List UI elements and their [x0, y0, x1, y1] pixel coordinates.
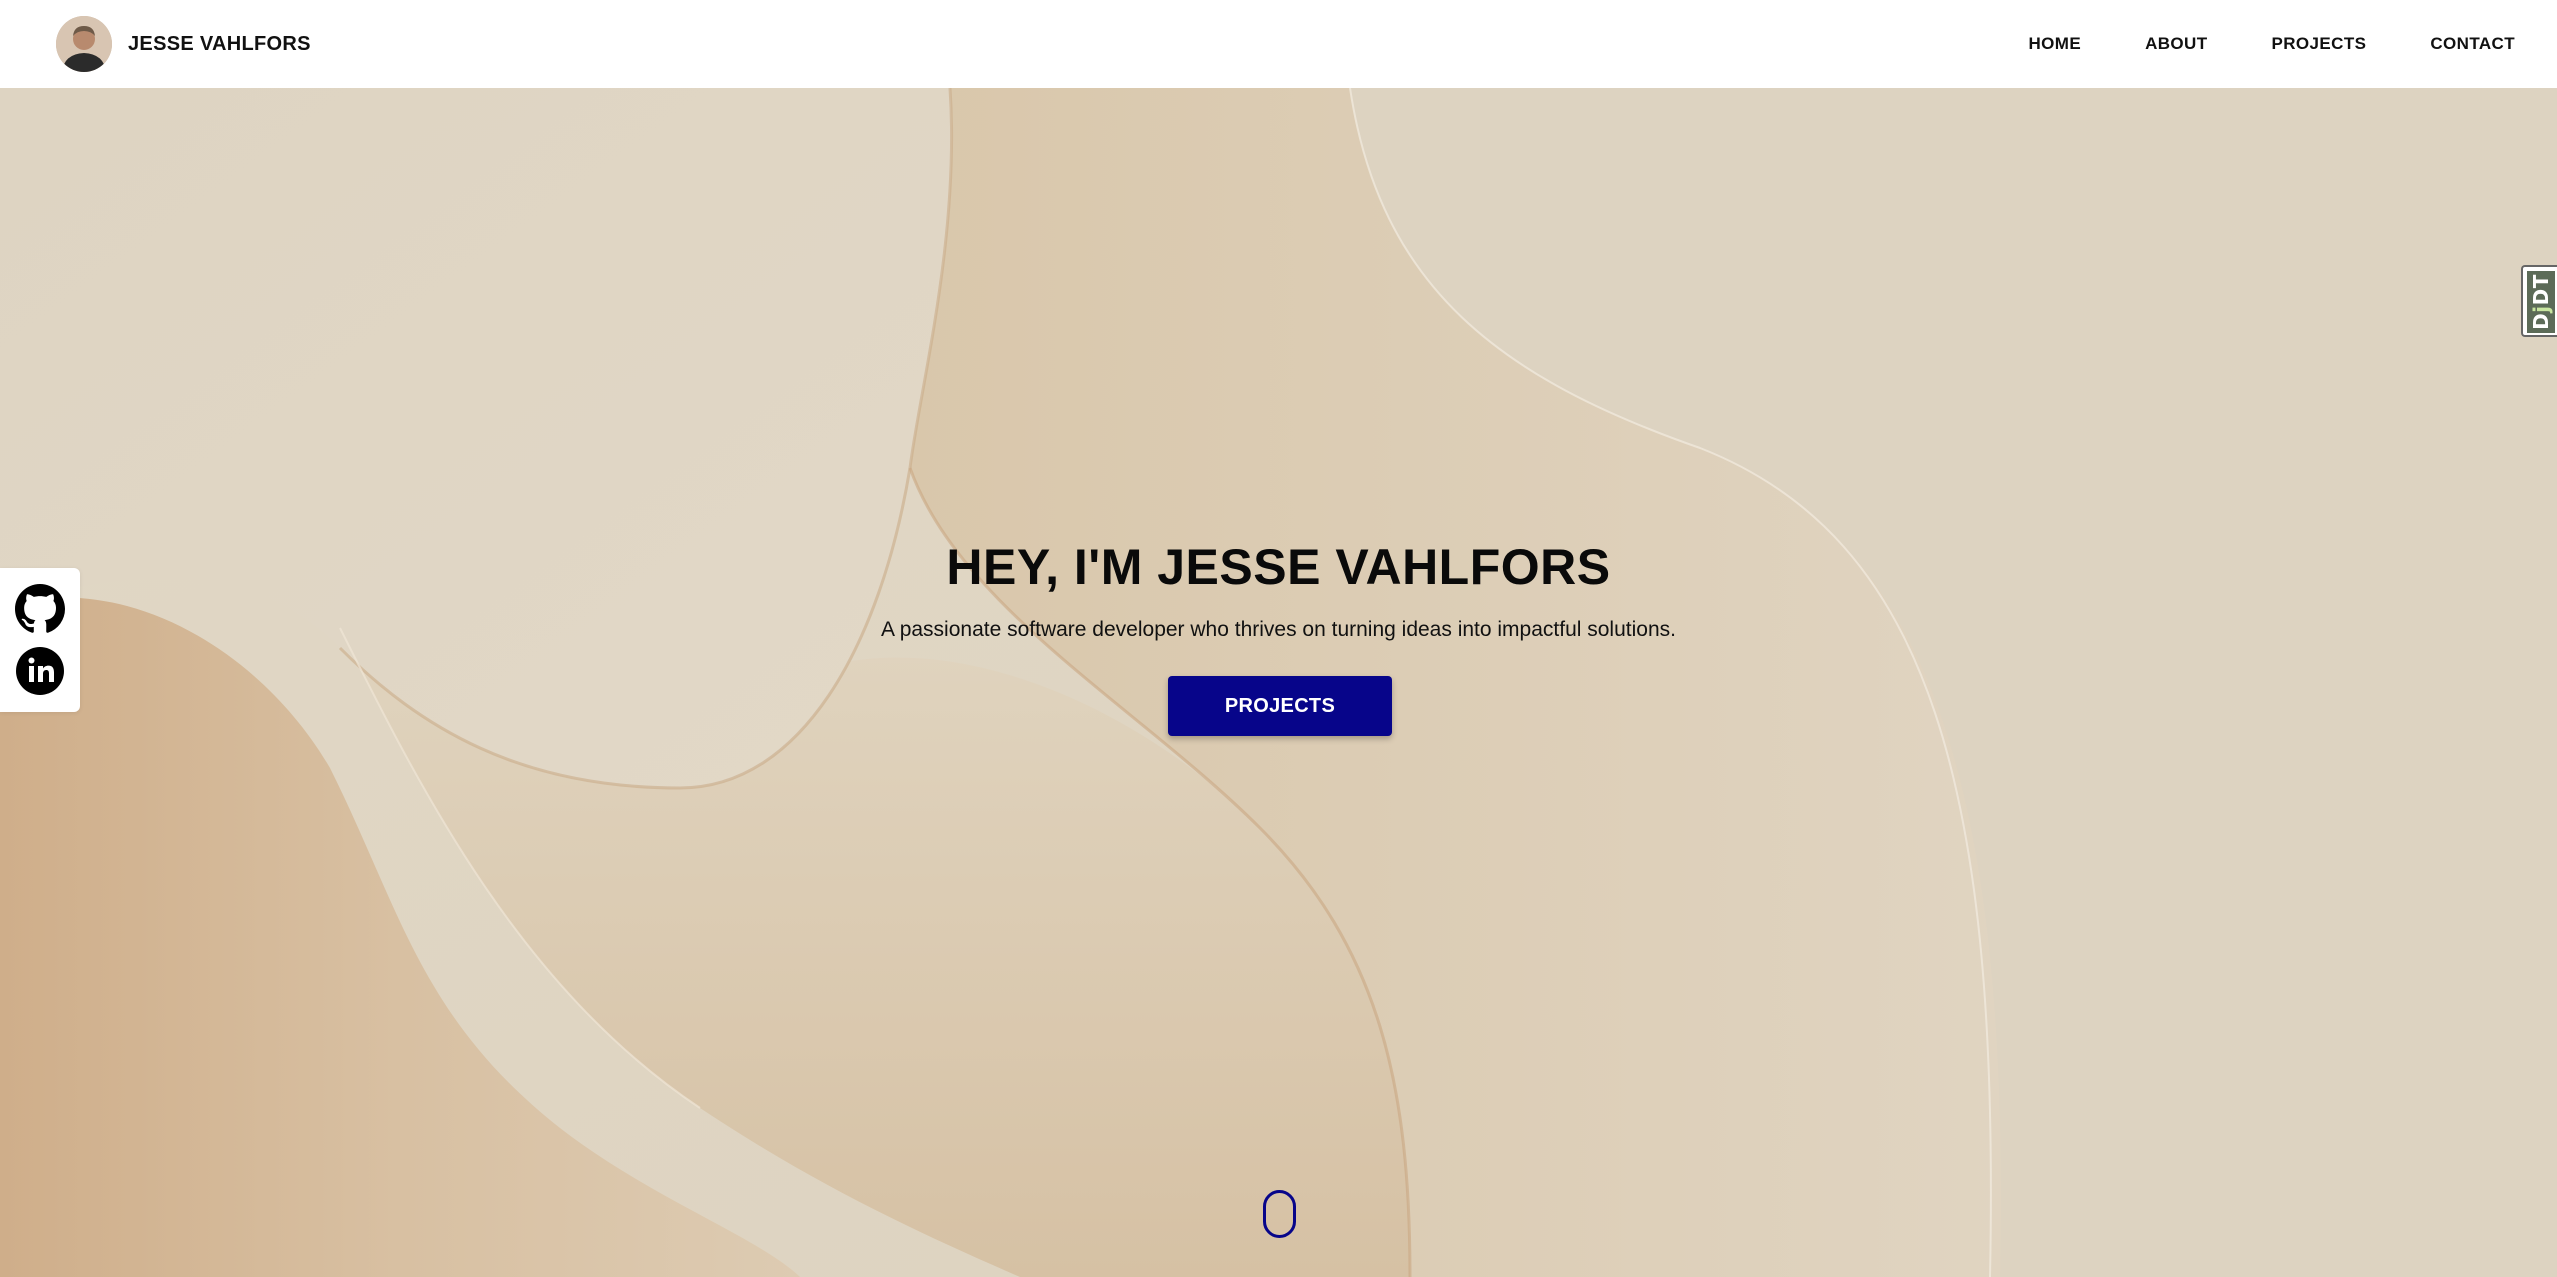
projects-button[interactable]: PROJECTS [1168, 676, 1392, 736]
brand-link[interactable]: JESSE VAHLFORS [56, 16, 311, 72]
nav-projects[interactable]: PROJECTS [2272, 34, 2367, 54]
github-link[interactable] [15, 584, 65, 634]
linkedin-link[interactable] [15, 646, 65, 696]
debug-toolbar-handle[interactable]: DjDT [2521, 265, 2557, 337]
github-icon [15, 584, 65, 638]
hero-title: HEY, I'M JESSE VAHLFORS [946, 539, 1611, 595]
hero-section: HEY, I'M JESSE VAHLFORS A passionate sof… [0, 88, 2557, 1277]
debug-toolbar-prefix: D [2529, 312, 2553, 330]
debug-toolbar-label: DjDT [2527, 271, 2555, 333]
avatar [56, 16, 112, 72]
hero-content: HEY, I'M JESSE VAHLFORS A passionate sof… [0, 88, 2557, 1277]
debug-toolbar-accent: j [2529, 305, 2553, 313]
main-nav: HOME ABOUT PROJECTS CONTACT [1964, 34, 2515, 54]
nav-home[interactable]: HOME [2028, 34, 2081, 54]
hero-subtitle: A passionate software developer who thri… [881, 618, 1676, 641]
nav-contact[interactable]: CONTACT [2430, 34, 2515, 54]
debug-toolbar-suffix: DT [2529, 274, 2553, 306]
brand-name: JESSE VAHLFORS [128, 32, 311, 55]
linkedin-icon [15, 647, 65, 700]
debug-toolbar-text: DjDT [2529, 274, 2553, 330]
site-header: JESSE VAHLFORS HOME ABOUT PROJECTS CONTA… [0, 0, 2557, 88]
social-sidebar [0, 568, 80, 712]
nav-about[interactable]: ABOUT [2145, 34, 2207, 54]
scroll-indicator[interactable] [1263, 1190, 1296, 1238]
